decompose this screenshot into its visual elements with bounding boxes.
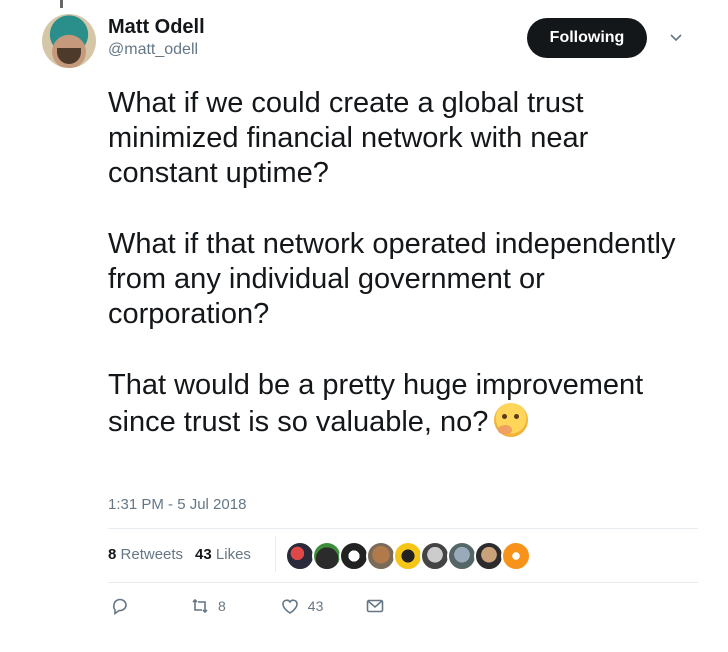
tweet-paragraph: What if that network operated independen…: [108, 228, 676, 330]
tweet-stats: 8 Retweets 43 Likes: [108, 546, 251, 563]
avatar[interactable]: [42, 14, 96, 68]
tweet-paragraph: That would be a pretty huge improvement …: [108, 369, 644, 438]
retweets-stat[interactable]: 8 Retweets: [108, 546, 183, 563]
tweet-timestamp[interactable]: 1:31 PM - 5 Jul 2018: [108, 496, 246, 513]
likes-stat[interactable]: 43 Likes: [195, 546, 251, 563]
liker-avatar[interactable]: [366, 541, 396, 571]
dm-action[interactable]: [365, 596, 385, 616]
dm-icon: [367, 599, 384, 613]
following-button[interactable]: Following: [527, 18, 647, 58]
thinking-face-icon: [494, 403, 529, 437]
tweet-text: What if we could create a global trust m…: [108, 86, 698, 440]
reply-action[interactable]: [110, 596, 130, 616]
retweet-count: 8: [218, 598, 226, 614]
liker-avatar[interactable]: [393, 541, 423, 571]
liker-avatars: [285, 541, 531, 571]
liker-avatar[interactable]: [447, 541, 477, 571]
like-icon: [281, 599, 298, 614]
likes-count: 43: [195, 546, 212, 563]
reply-icon: [113, 598, 127, 616]
chevron-down-icon[interactable]: [668, 30, 684, 46]
retweets-label: Retweets: [120, 546, 184, 563]
liker-avatar[interactable]: [339, 541, 369, 571]
stats-separator: [275, 536, 276, 572]
like-count: 43: [307, 598, 324, 614]
divider: [108, 582, 698, 583]
liker-avatar[interactable]: [501, 541, 531, 571]
liker-avatar[interactable]: [285, 541, 315, 571]
likes-label: Likes: [215, 546, 251, 563]
liker-avatar[interactable]: [312, 541, 342, 571]
divider: [108, 528, 698, 529]
retweets-count: 8: [108, 546, 117, 563]
liker-avatar[interactable]: [474, 541, 504, 571]
tweet-actions: 8 43: [108, 596, 385, 616]
like-action[interactable]: 43: [280, 596, 324, 616]
retweet-icon: [192, 598, 208, 614]
liker-avatar[interactable]: [420, 541, 450, 571]
author-name[interactable]: Matt Odell: [108, 16, 205, 39]
retweet-action[interactable]: 8: [190, 596, 226, 616]
top-stub: [60, 0, 63, 8]
tweet-paragraph: What if we could create a global trust m…: [108, 87, 589, 189]
author-handle[interactable]: @matt_odell: [108, 41, 198, 59]
